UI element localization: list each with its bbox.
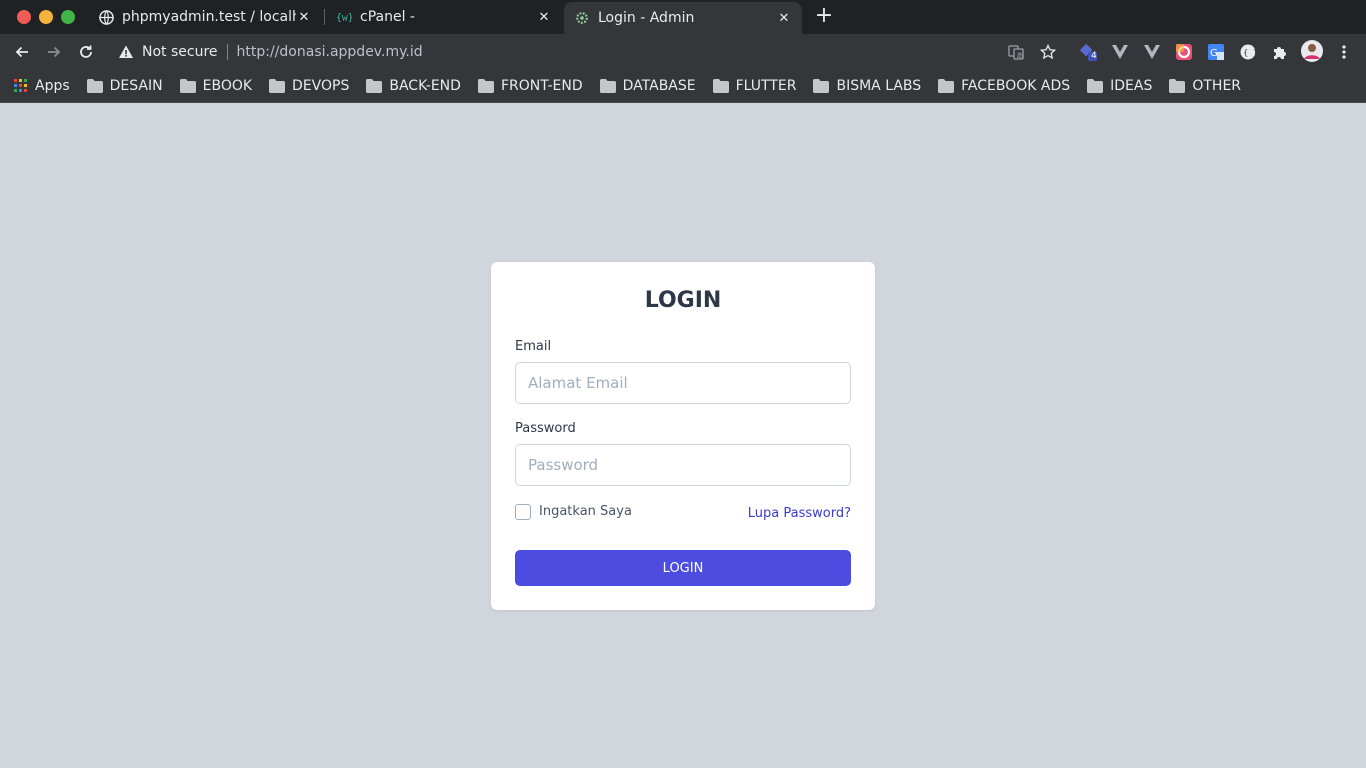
tab-phpmyadmin[interactable]: phpmyadmin.test / localh ✕ bbox=[88, 0, 322, 34]
tab-title: cPanel - bbox=[360, 9, 415, 25]
reload-icon bbox=[80, 45, 92, 58]
cpanel-icon: {w} bbox=[336, 9, 352, 25]
avatar[interactable] bbox=[1301, 40, 1323, 62]
password-label: Password bbox=[515, 421, 576, 436]
bookmark-folder-desain[interactable]: DESAIN bbox=[86, 78, 163, 94]
folder-icon bbox=[938, 79, 955, 93]
tab-cpanel[interactable]: {w} cPanel - ✕ bbox=[326, 0, 562, 34]
folder-icon bbox=[179, 79, 196, 93]
menu-icon[interactable] bbox=[1334, 42, 1354, 62]
bookmark-label: FACEBOOK ADS bbox=[961, 78, 1071, 94]
reload-button[interactable] bbox=[74, 40, 98, 64]
bookmark-folder-ideas[interactable]: IDEAS bbox=[1087, 78, 1152, 94]
close-icon[interactable]: ✕ bbox=[536, 9, 552, 25]
code-icon[interactable]: { } bbox=[1238, 42, 1258, 62]
bookmark-folder-flutter[interactable]: FLUTTER bbox=[712, 78, 797, 94]
extension-badge-icon[interactable]: 4 bbox=[1078, 42, 1098, 62]
close-window-button[interactable] bbox=[17, 10, 31, 24]
folder-icon bbox=[599, 79, 616, 93]
bookmarks-bar: Apps DESAIN EBOOK DEVOPS BACK-END FRONT-… bbox=[0, 70, 1366, 103]
back-button[interactable] bbox=[10, 40, 34, 64]
svg-text:G: G bbox=[1210, 48, 1218, 59]
folder-icon bbox=[1087, 79, 1104, 93]
puzzle-icon[interactable] bbox=[1270, 42, 1290, 62]
login-button[interactable]: LOGIN bbox=[515, 550, 851, 586]
tab-login-admin[interactable]: Login - Admin ✕ bbox=[564, 2, 802, 34]
google-translate-icon[interactable]: G bbox=[1206, 42, 1226, 62]
login-card: LOGIN Email Password Ingatkan Saya Lupa … bbox=[491, 262, 875, 610]
bookmark-label: Apps bbox=[35, 78, 70, 94]
page-title: LOGIN bbox=[644, 288, 722, 313]
folder-icon bbox=[813, 79, 830, 93]
folder-icon bbox=[86, 79, 103, 93]
browser-toolbar: Not secure http://donasi.appdev.my.id あ … bbox=[0, 34, 1366, 70]
translate-icon[interactable]: あ bbox=[1006, 42, 1026, 62]
forgot-password-link[interactable]: Lupa Password? bbox=[748, 506, 851, 521]
folder-icon bbox=[269, 79, 286, 93]
svg-text:{ }: { } bbox=[1243, 48, 1256, 57]
password-field[interactable] bbox=[515, 444, 851, 486]
bookmark-label: OTHER bbox=[1192, 78, 1242, 94]
close-icon[interactable]: ✕ bbox=[296, 9, 312, 25]
new-tab-button[interactable]: + bbox=[812, 5, 836, 29]
bookmark-label: DEVOPS bbox=[292, 78, 350, 94]
tab-title: Login - Admin bbox=[598, 10, 695, 26]
tab-strip: phpmyadmin.test / localh ✕ {w} cPanel - … bbox=[0, 0, 1366, 34]
bookmark-star-icon[interactable] bbox=[1038, 42, 1058, 62]
url-text[interactable]: http://donasi.appdev.my.id bbox=[237, 44, 423, 60]
remember-me-label[interactable]: Ingatkan Saya bbox=[539, 504, 632, 519]
bookmark-folder-other[interactable]: OTHER bbox=[1169, 78, 1241, 94]
tab-separator bbox=[324, 9, 325, 25]
folder-icon bbox=[477, 79, 494, 93]
bookmark-label: FRONT-END bbox=[500, 78, 583, 94]
bookmark-label: BACK-END bbox=[389, 78, 461, 94]
svg-text:{w}: {w} bbox=[336, 13, 352, 24]
arrow-left-icon bbox=[15, 46, 28, 58]
security-label[interactable]: Not secure bbox=[142, 44, 218, 60]
globe-icon bbox=[98, 9, 114, 25]
extension-badge-count: 4 bbox=[1091, 51, 1097, 61]
minimize-window-button[interactable] bbox=[39, 10, 53, 24]
bookmark-folder-bisma-labs[interactable]: BISMA LABS bbox=[813, 78, 921, 94]
apps-grid-icon bbox=[14, 79, 27, 92]
gear-icon bbox=[574, 10, 590, 26]
bookmark-label: IDEAS bbox=[1110, 78, 1153, 94]
vue-devtools-icon[interactable] bbox=[1110, 42, 1130, 62]
vue-devtools-icon[interactable] bbox=[1142, 42, 1162, 62]
svg-text:あ: あ bbox=[1016, 52, 1023, 60]
address-bar[interactable]: Not secure http://donasi.appdev.my.id bbox=[108, 37, 1068, 67]
bookmark-label: BISMA LABS bbox=[836, 78, 922, 94]
folder-icon bbox=[366, 79, 383, 93]
tab-title: phpmyadmin.test / localh bbox=[122, 9, 296, 25]
bookmark-folder-facebook-ads[interactable]: FACEBOOK ADS bbox=[938, 78, 1070, 94]
forward-button[interactable] bbox=[42, 40, 66, 64]
divider bbox=[226, 44, 228, 60]
close-icon[interactable]: ✕ bbox=[776, 10, 792, 26]
warning-icon bbox=[119, 45, 133, 58]
bookmark-label: EBOOK bbox=[202, 78, 253, 94]
folder-icon bbox=[1169, 79, 1186, 93]
bookmark-folder-database[interactable]: DATABASE bbox=[599, 78, 696, 94]
email-label: Email bbox=[515, 339, 552, 354]
bookmark-folder-front-end[interactable]: FRONT-END bbox=[477, 78, 583, 94]
remember-me-checkbox[interactable] bbox=[515, 504, 531, 520]
folder-icon bbox=[712, 79, 729, 93]
maximize-window-button[interactable] bbox=[61, 10, 75, 24]
bookmark-folder-devops[interactable]: DEVOPS bbox=[269, 78, 349, 94]
arrow-right-icon bbox=[48, 46, 61, 58]
bookmark-label: DESAIN bbox=[109, 78, 163, 94]
bookmark-label: DATABASE bbox=[622, 78, 696, 94]
bookmark-label: FLUTTER bbox=[735, 78, 797, 94]
bookmark-apps[interactable]: Apps bbox=[14, 78, 70, 94]
bookmark-folder-back-end[interactable]: BACK-END bbox=[366, 78, 461, 94]
color-picker-icon[interactable] bbox=[1174, 42, 1194, 62]
email-field[interactable] bbox=[515, 362, 851, 404]
bookmark-folder-ebook[interactable]: EBOOK bbox=[179, 78, 253, 94]
